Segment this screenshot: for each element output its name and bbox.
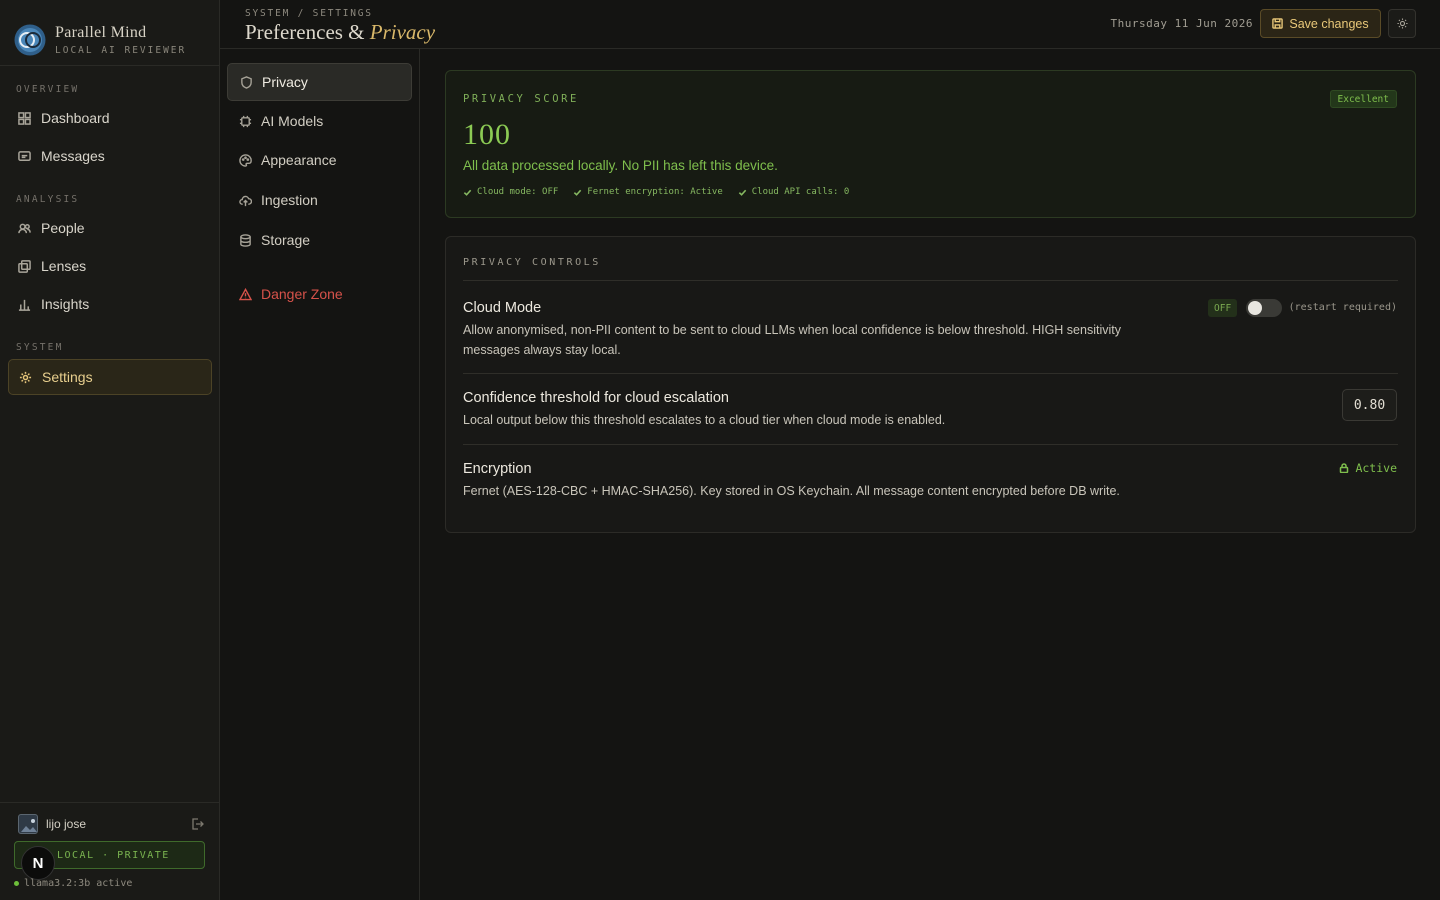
subnav-item-label: Appearance bbox=[261, 152, 337, 168]
current-date: Thursday 11 Jun 2026 bbox=[1110, 17, 1253, 30]
sidebar-item-settings[interactable]: Settings bbox=[8, 359, 212, 395]
sidebar-item-label: Dashboard bbox=[41, 110, 110, 126]
brand-name: Parallel Mind bbox=[55, 23, 147, 41]
page-title-accent: Privacy bbox=[369, 20, 436, 44]
restart-note: (restart required) bbox=[1288, 302, 1397, 313]
privacy-score-card: PRIVACY SCORE Excellent 100 All data pro… bbox=[445, 70, 1416, 218]
subnav-item-label: Danger Zone bbox=[261, 286, 343, 302]
user-name: lijo jose bbox=[46, 817, 87, 831]
sidebar-item-people[interactable]: People bbox=[8, 211, 212, 245]
cloud-upload-icon bbox=[239, 195, 252, 206]
confidence-description: Local output below this threshold escala… bbox=[463, 413, 946, 427]
shield-icon bbox=[241, 75, 252, 89]
page-title: Preferences & Privacy bbox=[245, 20, 435, 45]
privacy-controls-label: PRIVACY CONTROLS bbox=[463, 257, 601, 268]
message-icon bbox=[18, 150, 31, 161]
chip-icon bbox=[239, 115, 252, 127]
model-status: llama3.2:3b active bbox=[14, 878, 132, 889]
check-label: Cloud mode: OFF bbox=[477, 187, 559, 197]
theme-toggle-button[interactable] bbox=[1388, 9, 1416, 38]
palette-icon bbox=[239, 153, 252, 167]
privacy-score-value: 100 bbox=[463, 118, 511, 151]
save-button[interactable]: Save changes bbox=[1260, 9, 1381, 38]
people-icon bbox=[18, 223, 31, 233]
sun-icon bbox=[1396, 18, 1408, 29]
sidebar-item-label: Insights bbox=[41, 296, 90, 312]
encryption-status-text: Active bbox=[1355, 461, 1397, 475]
confidence-threshold-input[interactable]: 0.80 bbox=[1342, 389, 1397, 421]
status-badge: Excellent bbox=[1329, 90, 1397, 108]
subnav-item-appearance[interactable]: Appearance bbox=[227, 141, 412, 179]
subnav-item-ingestion[interactable]: Ingestion bbox=[227, 181, 412, 219]
subnav-item-privacy[interactable]: Privacy bbox=[227, 63, 412, 101]
cloud-mode-description: Allow anonymised, non-PII content to be … bbox=[463, 323, 1121, 357]
nav-section-system: SYSTEM bbox=[16, 342, 64, 353]
brand-tagline: LOCAL AI REVIEWER bbox=[55, 44, 187, 56]
sidebar-item-messages[interactable]: Messages bbox=[8, 139, 212, 173]
model-status-text: llama3.2:3b active bbox=[24, 878, 133, 889]
brand: Parallel Mind LOCAL AI REVIEWER bbox=[0, 0, 219, 66]
encryption-description: Fernet (AES-128-CBC + HMAC-SHA256). Key … bbox=[463, 484, 1120, 498]
lenses-icon bbox=[18, 259, 31, 273]
sidebar-footer: lijo jose LOCAL · PRIVATE N llama3.2:3b … bbox=[0, 802, 220, 900]
subnav-item-danger-zone[interactable]: Danger Zone bbox=[227, 275, 412, 313]
gear-icon bbox=[19, 371, 32, 383]
check-icon bbox=[463, 189, 472, 196]
divider bbox=[463, 373, 1398, 374]
breadcrumb: SYSTEM / SETTINGS bbox=[245, 8, 373, 19]
privacy-score-description: All data processed locally. No PII has l… bbox=[463, 158, 778, 173]
status-dot-icon bbox=[14, 881, 19, 886]
sidebar-item-lenses[interactable]: Lenses bbox=[8, 249, 212, 283]
nav-section-analysis: ANALYSIS bbox=[16, 194, 80, 205]
encryption-status: Active bbox=[1339, 461, 1397, 475]
top-bar: SYSTEM / SETTINGS Preferences & Privacy … bbox=[220, 0, 1440, 49]
cloud-mode-title: Cloud Mode bbox=[463, 300, 542, 316]
cloud-mode-state-tag: OFF bbox=[1208, 299, 1238, 317]
encryption-title: Encryption bbox=[463, 461, 532, 477]
cloud-mode-toggle[interactable] bbox=[1246, 299, 1282, 317]
logout-icon[interactable] bbox=[190, 817, 204, 831]
database-icon bbox=[240, 233, 251, 247]
subnav-item-label: Privacy bbox=[262, 74, 308, 90]
save-icon bbox=[1272, 18, 1284, 29]
nav-section-overview: OVERVIEW bbox=[16, 84, 80, 95]
check-label: Cloud API calls: 0 bbox=[751, 187, 850, 197]
avatar bbox=[18, 814, 38, 834]
subnav-item-storage[interactable]: Storage bbox=[227, 221, 412, 259]
privacy-controls-card: PRIVACY CONTROLS Cloud Mode Allow anonym… bbox=[445, 236, 1416, 533]
subnav-item-label: Ingestion bbox=[261, 192, 318, 208]
confidence-title: Confidence threshold for cloud escalatio… bbox=[463, 390, 729, 406]
check-item: Cloud API calls: 0 bbox=[738, 187, 850, 197]
check-label: Fernet encryption: Active bbox=[587, 187, 723, 197]
sidebar-item-label: People bbox=[41, 220, 85, 236]
sidebar-item-label: Lenses bbox=[41, 258, 87, 274]
privacy-score-label: PRIVACY SCORE bbox=[463, 93, 579, 105]
subnav-item-ai-models[interactable]: AI Models bbox=[227, 102, 412, 140]
check-icon bbox=[738, 189, 747, 196]
toggle-knob bbox=[1248, 301, 1262, 315]
divider bbox=[463, 444, 1398, 445]
sidebar-item-label: Messages bbox=[41, 148, 105, 164]
check-item: Fernet encryption: Active bbox=[573, 187, 723, 197]
brand-logo-icon bbox=[14, 24, 46, 56]
privacy-checks: Cloud mode: OFF Fernet encryption: Activ… bbox=[463, 187, 864, 197]
page-title-main: Preferences & bbox=[245, 20, 370, 44]
divider bbox=[463, 280, 1398, 281]
check-item: Cloud mode: OFF bbox=[463, 187, 558, 197]
sidebar-item-label: Settings bbox=[42, 369, 93, 385]
sidebar-item-dashboard[interactable]: Dashboard bbox=[8, 101, 212, 135]
lock-icon bbox=[1340, 463, 1349, 473]
grid-icon bbox=[18, 111, 31, 125]
save-button-label: Save changes bbox=[1289, 16, 1369, 31]
check-icon bbox=[574, 189, 582, 196]
floating-avatar-button[interactable]: N bbox=[21, 846, 55, 880]
bar-chart-icon bbox=[18, 299, 31, 311]
user-row[interactable]: lijo jose bbox=[18, 813, 204, 835]
sidebar: Parallel Mind LOCAL AI REVIEWER OVERVIEW… bbox=[0, 0, 220, 900]
subnav-item-label: Storage bbox=[261, 232, 311, 248]
subnav-item-label: AI Models bbox=[261, 113, 324, 129]
sidebar-item-insights[interactable]: Insights bbox=[8, 287, 212, 321]
warning-icon bbox=[239, 287, 252, 300]
settings-subnav: Privacy AI Models Appearance Ingestion S… bbox=[220, 49, 420, 900]
